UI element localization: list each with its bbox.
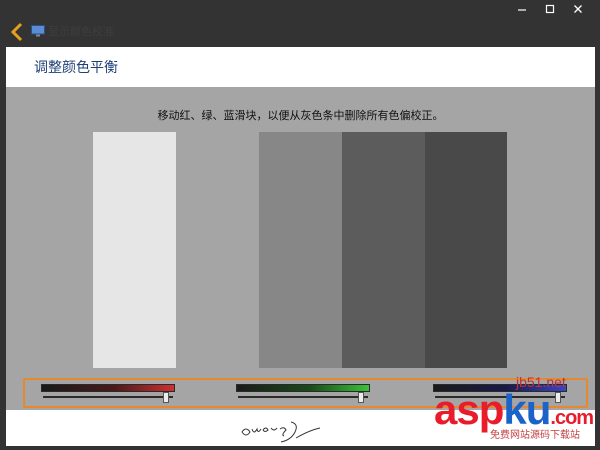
signature-icon (241, 421, 321, 443)
watermark-logo-b: ku (503, 386, 551, 433)
green-slider-rail (238, 396, 368, 398)
red-slider-track[interactable] (41, 384, 175, 392)
gray-bar-1 (93, 132, 176, 368)
page-title: 调整颜色平衡 (34, 60, 118, 76)
gray-bar-2 (176, 132, 259, 368)
green-slider-track[interactable] (236, 384, 370, 392)
red-slider-thumb[interactable] (163, 392, 169, 403)
watermark-subtitle: 免费网站源码下载站 (490, 430, 580, 441)
window-title: 显示颜色校准 (48, 25, 114, 38)
gray-bar-5 (425, 132, 507, 368)
window-bottom-edge (0, 446, 600, 450)
instruction-text: 移动红、绿、蓝滑块，以便从灰色条中删除所有色偏校正。 (157, 109, 444, 122)
green-slider[interactable] (236, 384, 370, 404)
gray-bars (93, 132, 507, 368)
watermark-logo-a: asp (434, 386, 504, 433)
close-icon[interactable] (570, 2, 586, 16)
chevron-left-icon[interactable] (8, 21, 26, 43)
gray-bar-3 (259, 132, 342, 368)
title-bar: 显示颜色校准 (0, 0, 600, 46)
red-slider-rail (43, 396, 173, 398)
watermark: jb51.net aspku.com 免费网站源码下载站 (418, 358, 598, 448)
watermark-logo-c: .com (550, 407, 594, 429)
page-header: 调整颜色平衡 (6, 47, 595, 87)
monitor-icon (31, 25, 45, 37)
red-slider[interactable] (41, 384, 175, 404)
maximize-icon[interactable] (542, 2, 558, 16)
gray-bar-4 (342, 132, 425, 368)
green-slider-thumb[interactable] (358, 392, 364, 403)
minimize-icon[interactable] (514, 2, 530, 16)
